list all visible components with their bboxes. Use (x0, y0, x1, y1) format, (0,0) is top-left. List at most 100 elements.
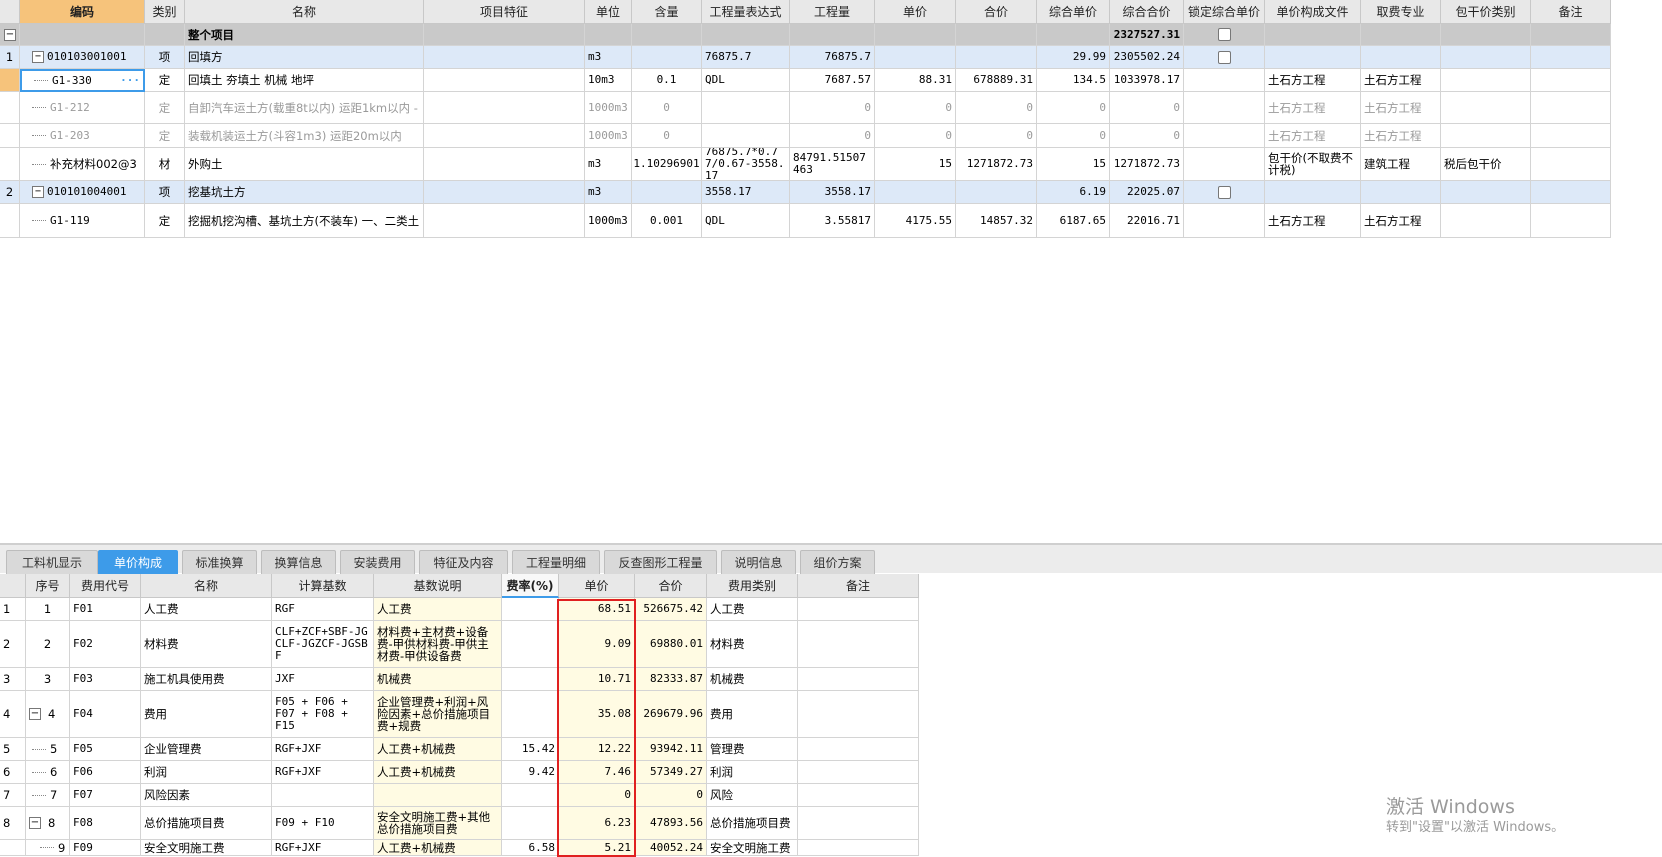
tab-conversion-info[interactable]: 换算信息 (261, 550, 336, 574)
fee-name[interactable]: 总价措施项目费 (141, 807, 272, 840)
calc-base[interactable]: F05 + F06 + F07 + F08 + F15 (272, 691, 374, 738)
tab-description[interactable]: 说明信息 (721, 550, 796, 574)
header-remark[interactable]: 备注 (798, 574, 919, 598)
header-remark[interactable]: 备注 (1531, 0, 1611, 24)
fee-name[interactable]: 安全文明施工费 (141, 840, 272, 856)
header-base[interactable]: 计算基数 (272, 574, 374, 598)
table-row[interactable]: G1-119 定 挖掘机挖沟槽、基坑土方(不装车) 一、二类土 1000m3 0… (0, 204, 1611, 238)
header-unit-total[interactable]: 综合单价 (1037, 0, 1110, 24)
lock-checkbox[interactable] (1217, 50, 1231, 64)
table-row[interactable]: 2 2 F02 材料费 CLF+ZCF+SBF-JGCLF-JGZCF-JGSB… (0, 621, 919, 668)
header-pkg[interactable]: 包干价类别 (1441, 0, 1531, 24)
calc-base[interactable]: F09 + F10 (272, 807, 374, 840)
header-expr[interactable]: 工程量表达式 (702, 0, 790, 24)
item-fee[interactable]: 土石方工程 (1361, 92, 1441, 124)
fee-name[interactable]: 费用 (141, 691, 272, 738)
lock-checkbox[interactable] (1217, 185, 1231, 199)
fee-category[interactable]: 总价措施项目费 (707, 807, 798, 840)
item-code[interactable]: G1-330 (52, 74, 92, 87)
table-row[interactable]: 2 −010101004001 项 挖基坑土方 m3 3558.17 3558.… (0, 181, 1611, 204)
tab-quantity-detail[interactable]: 工程量明细 (512, 550, 600, 574)
item-name[interactable]: 回填方 (185, 46, 424, 69)
table-row[interactable]: 5 5 F05 企业管理费 RGF+JXF 人工费+机械费 15.42 12.2… (0, 738, 919, 761)
table-row[interactable]: 9 F09 安全文明施工费 RGF+JXF 人工费+机械费 6.58 5.21 … (0, 840, 919, 856)
item-expr[interactable]: 76875.7*0.77/0.67-3558.17 (702, 148, 790, 181)
item-expr[interactable]: QDL (702, 69, 790, 92)
item-pkg[interactable]: 税后包干价 (1441, 148, 1531, 181)
header-type[interactable]: 类别 (145, 0, 185, 24)
fee-category[interactable]: 管理费 (707, 738, 798, 761)
item-comp-file[interactable]: 土石方工程 (1265, 204, 1361, 238)
fee-rate[interactable] (502, 598, 559, 621)
fee-rate[interactable]: 6.58 (502, 840, 559, 856)
table-row[interactable]: 3 3 F03 施工机具使用费 JXF 机械费 10.71 82333.87 机… (0, 668, 919, 691)
fee-name[interactable]: 人工费 (141, 598, 272, 621)
item-expr[interactable]: 3558.17 (702, 181, 790, 204)
fee-rate[interactable] (502, 807, 559, 840)
fee-rate[interactable]: 15.42 (502, 738, 559, 761)
table-row[interactable]: G1-330 ··· 定 回填土 夯填土 机械 地坪 10m3 0.1 QDL 7… (0, 69, 1611, 92)
header-content[interactable]: 含量 (632, 0, 702, 24)
header-rate[interactable]: 费率(%) (502, 574, 559, 598)
tab-unit-price-composition[interactable]: 单价构成 (98, 550, 178, 574)
calc-base[interactable]: RGF+JXF (272, 738, 374, 761)
fee-name[interactable]: 风险因素 (141, 784, 272, 807)
calc-base[interactable]: RGF (272, 598, 374, 621)
fee-category[interactable]: 风险 (707, 784, 798, 807)
fee-rate[interactable]: 9.42 (502, 761, 559, 784)
item-comp-file[interactable]: 土石方工程 (1265, 69, 1361, 92)
item-fee[interactable]: 建筑工程 (1361, 148, 1441, 181)
fee-category[interactable]: 人工费 (707, 598, 798, 621)
item-expr[interactable]: QDL (702, 204, 790, 238)
table-row[interactable]: 1 −010103001001 项 回填方 m3 76875.7 76875.7… (0, 46, 1611, 69)
item-comp-file[interactable]: 土石方工程 (1265, 92, 1361, 124)
fee-category[interactable]: 费用 (707, 691, 798, 738)
fee-rate[interactable] (502, 784, 559, 807)
tab-material-machine[interactable]: 工料机显示 (6, 550, 98, 574)
header-qty[interactable]: 工程量 (790, 0, 875, 24)
header-comp-total[interactable]: 综合合价 (1110, 0, 1184, 24)
item-code[interactable]: G1-119 (50, 214, 90, 227)
header-feature[interactable]: 项目特征 (424, 0, 585, 24)
fee-category[interactable]: 材料费 (707, 621, 798, 668)
header-comp-file[interactable]: 单价构成文件 (1265, 0, 1361, 24)
table-row[interactable]: − 整个项目 2327527.31 (0, 24, 1611, 46)
item-fee[interactable]: 土石方工程 (1361, 69, 1441, 92)
tab-standard-conversion[interactable]: 标准换算 (182, 550, 257, 574)
fee-rate[interactable] (502, 691, 559, 738)
minus-box-icon[interactable]: − (29, 708, 41, 720)
table-row[interactable]: 6 6 F06 利润 RGF+JXF 人工费+机械费 9.42 7.46 573… (0, 761, 919, 784)
fee-name[interactable]: 材料费 (141, 621, 272, 668)
fee-code[interactable]: F03 (70, 668, 141, 691)
header-code[interactable]: 编码 (20, 0, 145, 24)
header-base-desc[interactable]: 基数说明 (374, 574, 502, 598)
item-name[interactable]: 挖掘机挖沟槽、基坑土方(不装车) 一、二类土 (185, 204, 424, 238)
calc-base[interactable]: CLF+ZCF+SBF-JGCLF-JGZCF-JGSBF (272, 621, 374, 668)
header-fee[interactable]: 取费专业 (1361, 0, 1441, 24)
ellipsis-icon[interactable]: ··· (120, 74, 140, 87)
fee-code[interactable]: F01 (70, 598, 141, 621)
minus-box-icon[interactable]: − (32, 51, 44, 63)
minus-box-icon[interactable]: − (29, 817, 41, 829)
calc-base[interactable]: RGF+JXF (272, 761, 374, 784)
header-category[interactable]: 费用类别 (707, 574, 798, 598)
table-row[interactable]: 1 1 F01 人工费 RGF 人工费 68.51 526675.42 人工费 (0, 598, 919, 621)
fee-code[interactable]: F09 (70, 840, 141, 856)
fee-name[interactable]: 企业管理费 (141, 738, 272, 761)
fee-name[interactable]: 利润 (141, 761, 272, 784)
header-name[interactable]: 名称 (185, 0, 424, 24)
fee-name[interactable]: 施工机具使用费 (141, 668, 272, 691)
fee-rate[interactable] (502, 668, 559, 691)
table-row[interactable]: 补充材料002@3 材 外购土 m3 1.10296901 76875.7*0.… (0, 148, 1611, 181)
fee-code[interactable]: F05 (70, 738, 141, 761)
item-expr[interactable]: 76875.7 (702, 46, 790, 69)
fee-code[interactable]: F07 (70, 784, 141, 807)
calc-base[interactable] (272, 784, 374, 807)
item-name[interactable]: 回填土 夯填土 机械 地坪 (185, 69, 424, 92)
item-code[interactable]: G1-212 (50, 101, 90, 114)
header-price[interactable]: 单价 (559, 574, 635, 598)
fee-code[interactable]: F06 (70, 761, 141, 784)
item-name[interactable]: 自卸汽车运土方(载重8t以内) 运距1km以内 - (185, 92, 424, 124)
lock-checkbox[interactable] (1217, 28, 1231, 41)
table-row[interactable]: 4 −4 F04 费用 F05 + F06 + F07 + F08 + F15 … (0, 691, 919, 738)
